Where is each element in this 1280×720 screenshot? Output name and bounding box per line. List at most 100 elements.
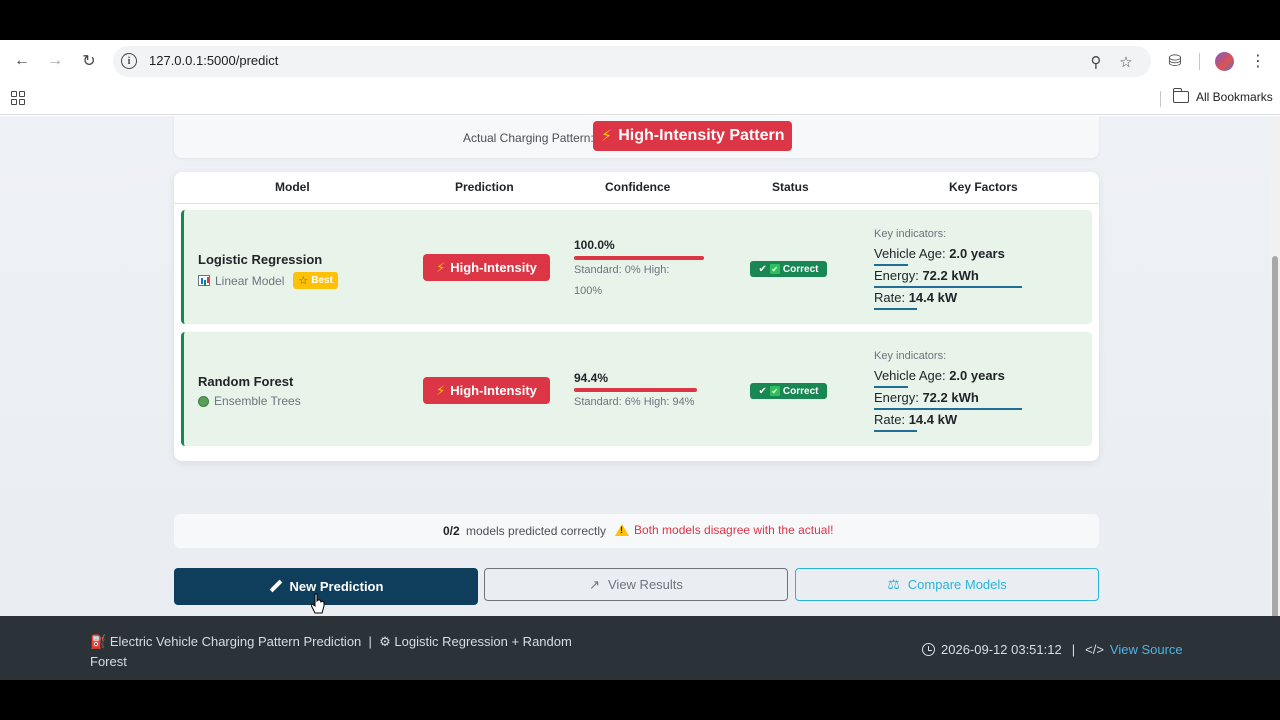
footer-separator: | [1071, 642, 1076, 657]
key-indicators-title: Key indicators: [874, 228, 947, 240]
new-prediction-button[interactable]: New Prediction [174, 568, 478, 605]
table-header-divider [174, 203, 1099, 204]
extensions-icon[interactable]: ⛁ [1163, 49, 1187, 73]
footer-meta: 2026-09-12 03:51:12 | </> View Source [922, 642, 1183, 657]
prediction-label: High-Intensity [450, 383, 537, 398]
model-name: Random Forest [198, 374, 294, 389]
factor-energy: Energy: 72.2 kWh [874, 268, 979, 283]
new-prediction-label: New Prediction [289, 579, 384, 594]
prediction-label: High-Intensity [450, 260, 537, 275]
apps-grid-icon[interactable] [11, 91, 25, 105]
factor-label: Rate: [874, 412, 906, 427]
pencil-icon [269, 580, 282, 593]
column-header-status: Status [772, 180, 809, 194]
compare-models-label: Compare Models [907, 577, 1007, 592]
code-icon: </> [1085, 642, 1104, 657]
warning-text: Both models disagree with the actual! [634, 523, 834, 537]
url-text[interactable]: 127.0.0.1:5000/predict [149, 53, 278, 68]
profile-avatar[interactable] [1215, 52, 1234, 71]
factor-value: 2.0 years [949, 246, 1005, 261]
factor-label: Vehicle Age: [874, 246, 946, 261]
status-badge: ✔ ✔ Correct [750, 261, 827, 277]
factor-bar [874, 386, 908, 388]
bookmarks-separator [1160, 91, 1161, 107]
mouse-pointer-icon [311, 593, 325, 614]
scrollbar-thumb[interactable] [1272, 256, 1278, 676]
video-letterbox-bottom [0, 680, 1280, 720]
footer-separator: | [368, 634, 372, 649]
model-type-label: Linear Model [215, 273, 285, 288]
status-badge: ✔ ✔ Correct [750, 383, 827, 399]
bookmark-star-icon[interactable]: ☆ [1116, 52, 1136, 72]
clock-icon [922, 643, 935, 656]
table-row: Logistic Regression Linear Model ☆ Best … [181, 210, 1092, 324]
confidence-value: 94.4% [574, 371, 609, 385]
checkmark-icon: ✔ [758, 385, 767, 397]
best-badge-label: Best [311, 275, 333, 286]
folder-icon [1172, 88, 1189, 103]
address-bar[interactable]: i 127.0.0.1:5000/predict ⚲ ☆ [113, 46, 1151, 77]
page-scrollbar[interactable] [1270, 116, 1280, 680]
factor-value: 72.2 kWh [922, 390, 979, 405]
model-type: Linear Model ☆ Best [198, 272, 338, 289]
site-info-icon[interactable]: i [121, 53, 137, 69]
toolbar-divider [1199, 53, 1200, 70]
prediction-badge: ⚡ High-Intensity [423, 254, 550, 281]
factor-energy: Energy: 72.2 kWh [874, 390, 979, 405]
reload-icon[interactable]: ↻ [77, 49, 101, 73]
check-box-icon: ✔ [769, 264, 780, 274]
confidence-value: 100.0% [574, 238, 615, 252]
factor-bar [874, 286, 1022, 288]
factor-label: Energy: [874, 268, 919, 283]
actual-pattern-card: Actual Charging Pattern: ⚡ High-Intensit… [174, 116, 1099, 158]
factor-vehicle-age: Vehicle Age: 2.0 years [874, 368, 1005, 383]
all-bookmarks-button[interactable]: All Bookmarks [1172, 88, 1273, 104]
view-source-link[interactable]: View Source [1110, 642, 1183, 657]
line-chart-icon: ↗ [589, 576, 600, 592]
browser-window: ← → ↻ i 127.0.0.1:5000/predict ⚲ ☆ ⛁ ⋮ A… [0, 40, 1280, 680]
warning-icon [615, 524, 629, 536]
factor-rate: Rate: 14.4 kW [874, 290, 957, 305]
lightning-icon: ⚡ [436, 259, 446, 275]
view-results-label: View Results [608, 577, 683, 592]
menu-kebab-icon[interactable]: ⋮ [1246, 49, 1270, 73]
factor-bar [874, 408, 1022, 410]
best-badge: ☆ Best [293, 272, 338, 289]
compare-models-button[interactable]: ⚖ Compare Models [795, 568, 1099, 601]
star-icon: ☆ [298, 275, 309, 287]
lightning-icon: ⚡ [436, 382, 446, 398]
browser-toolbar: ← → ↻ i 127.0.0.1:5000/predict ⚲ ☆ ⛁ ⋮ [0, 40, 1280, 82]
summary-text: models predicted correctly [466, 524, 607, 538]
disagreement-warning: Both models disagree with the actual! [615, 523, 833, 537]
model-type: Ensemble Trees [198, 394, 301, 408]
back-arrow-icon[interactable]: ← [10, 49, 34, 73]
results-table: Model Prediction Confidence Status Key F… [174, 172, 1099, 461]
tree-icon [198, 395, 209, 407]
bookmarks-bar: All Bookmarks [0, 82, 1280, 115]
footer-info: ⛽ Electric Vehicle Charging Pattern Pred… [90, 632, 610, 672]
column-header-prediction: Prediction [455, 180, 514, 194]
zoom-icon[interactable]: ⚲ [1086, 52, 1106, 72]
status-label: Correct [782, 263, 819, 275]
factor-value: 2.0 years [949, 368, 1005, 383]
view-results-button[interactable]: ↗ View Results [484, 568, 788, 601]
robot-icon: ⚙ [379, 634, 391, 649]
footer-project: Electric Vehicle Charging Pattern Predic… [109, 634, 362, 649]
column-header-confidence: Confidence [605, 180, 671, 194]
factor-label: Rate: [874, 290, 906, 305]
page-content: Actual Charging Pattern: ⚡ High-Intensit… [0, 116, 1270, 680]
factor-bar [874, 264, 908, 266]
column-header-key-factors: Key Factors [949, 180, 1018, 194]
factor-value: 14.4 kW [908, 412, 958, 427]
column-header-model: Model [275, 180, 310, 194]
forward-arrow-icon[interactable]: → [43, 49, 67, 73]
status-label: Correct [782, 385, 819, 397]
bar-chart-icon [198, 275, 210, 286]
checkmark-icon: ✔ [758, 263, 767, 275]
prediction-badge: ⚡ High-Intensity [423, 377, 550, 404]
page-footer: ⛽ Electric Vehicle Charging Pattern Pred… [0, 616, 1280, 680]
model-name: Logistic Regression [198, 252, 323, 267]
ev-charger-icon: ⛽ [90, 634, 107, 649]
prediction-summary: 0/2 models predicted correctly Both mode… [174, 514, 1099, 548]
actual-pattern-value: High-Intensity Pattern [618, 127, 785, 144]
